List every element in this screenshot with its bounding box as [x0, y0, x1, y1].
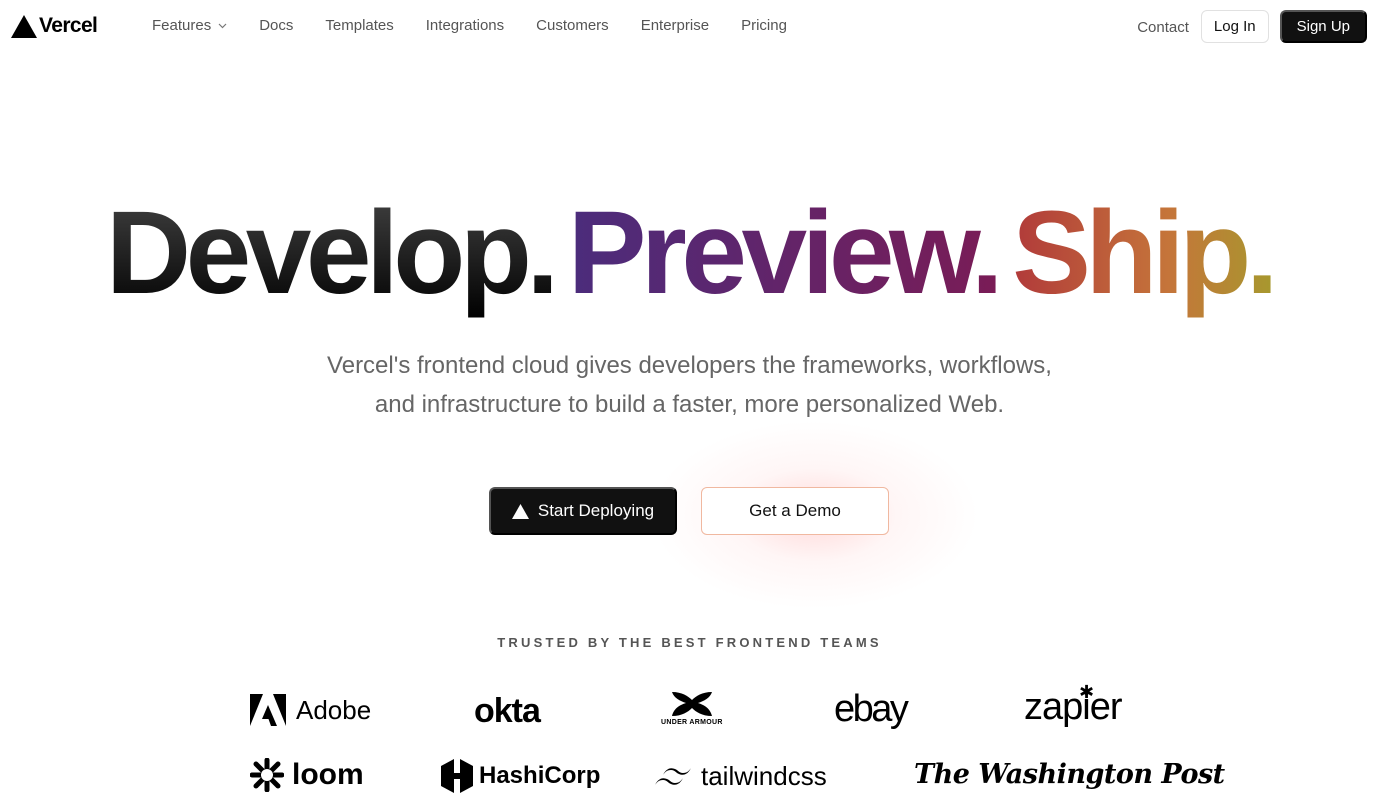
vercel-triangle-icon	[11, 14, 37, 38]
nav-item-label: Enterprise	[640, 17, 710, 34]
tailwind-wave-icon	[655, 767, 691, 785]
nav-item-pricing[interactable]: Pricing	[741, 17, 787, 34]
main-nav: Features Docs Templates Integrations Cus…	[152, 17, 819, 34]
signup-button[interactable]: Sign Up	[1279, 10, 1367, 43]
nav-item-enterprise[interactable]: Enterprise	[641, 17, 709, 34]
contact-link[interactable]: Contact	[1137, 19, 1189, 36]
loom-icon	[250, 758, 284, 792]
loom-logo: loom	[250, 758, 364, 792]
vercel-triangle-icon	[511, 503, 529, 519]
nav-item-docs[interactable]: Docs	[259, 17, 293, 34]
nav-item-templates[interactable]: Templates	[325, 17, 393, 34]
ebay-logo: ebay	[834, 688, 909, 731]
loom-wordmark: loom	[292, 758, 364, 791]
tailwind-logo: tailwindcss	[654, 761, 827, 792]
adobe-logo: Adobe	[250, 694, 371, 726]
hero-subtitle: Vercel's frontend cloud gives developers…	[0, 346, 1379, 424]
hashicorp-wordmark: HashiCorp	[479, 762, 601, 789]
hashicorp-logo: HashiCorp	[441, 759, 600, 793]
vercel-logo-link[interactable]: Vercel	[11, 14, 98, 38]
hero-headline: Develop. Preview. Ship.	[0, 188, 1379, 318]
zapier-logo: ✱ zapier	[1024, 682, 1122, 729]
nav-item-label: Docs	[259, 17, 294, 34]
under-armour-icon	[671, 692, 712, 716]
hashicorp-icon	[441, 759, 473, 793]
okta-wordmark: okta	[474, 692, 541, 730]
chevron-down-icon	[218, 23, 227, 28]
adobe-icon	[250, 694, 286, 726]
under-armour-wordmark: UNDER ARMOUR	[661, 719, 723, 726]
start-deploying-label: Start Deploying	[537, 501, 655, 520]
zapier-wordmark: zapier	[1024, 686, 1122, 728]
nav-item-label: Pricing	[741, 17, 787, 34]
ebay-wordmark: ebay	[834, 688, 909, 730]
washington-post-wordmark: The Washington Post	[914, 759, 1225, 790]
login-button[interactable]: Log In	[1200, 10, 1269, 43]
nav-item-features[interactable]: Features	[152, 17, 227, 34]
headline-ship: Ship.	[1012, 187, 1278, 319]
top-navigation: Vercel Features Docs Templates Integrati…	[0, 0, 1379, 52]
start-deploying-button[interactable]: Start Deploying	[489, 487, 677, 535]
zapier-asterisk-icon: ✱	[1079, 682, 1094, 702]
nav-item-label: Templates	[325, 17, 394, 34]
get-demo-label: Get a Demo	[749, 501, 841, 520]
headline-develop: Develop.	[105, 187, 559, 319]
nav-item-label: Features	[152, 17, 212, 34]
okta-logo: okta	[474, 692, 541, 731]
washington-post-logo: The Washington Post	[914, 759, 1225, 790]
brand-name: Vercel	[39, 14, 98, 37]
nav-item-customers[interactable]: Customers	[536, 17, 609, 34]
under-armour-logo: UNDER ARMOUR	[661, 690, 723, 726]
adobe-wordmark: Adobe	[296, 694, 372, 725]
subtitle-line-1: Vercel's frontend cloud gives developers…	[327, 352, 1052, 379]
nav-item-label: Integrations	[425, 17, 505, 34]
header-actions: Contact Log In Sign Up	[1137, 10, 1367, 43]
subtitle-line-2: and infrastructure to build a faster, mo…	[374, 391, 1005, 418]
get-demo-button[interactable]: Get a Demo	[701, 487, 889, 535]
nav-item-integrations[interactable]: Integrations	[426, 17, 504, 34]
nav-item-label: Customers	[536, 17, 609, 34]
headline-preview: Preview.	[567, 187, 1004, 319]
trusted-heading: TRUSTED BY THE BEST FRONTEND TEAMS	[497, 635, 882, 650]
tailwind-wordmark: tailwindcss	[701, 761, 827, 791]
